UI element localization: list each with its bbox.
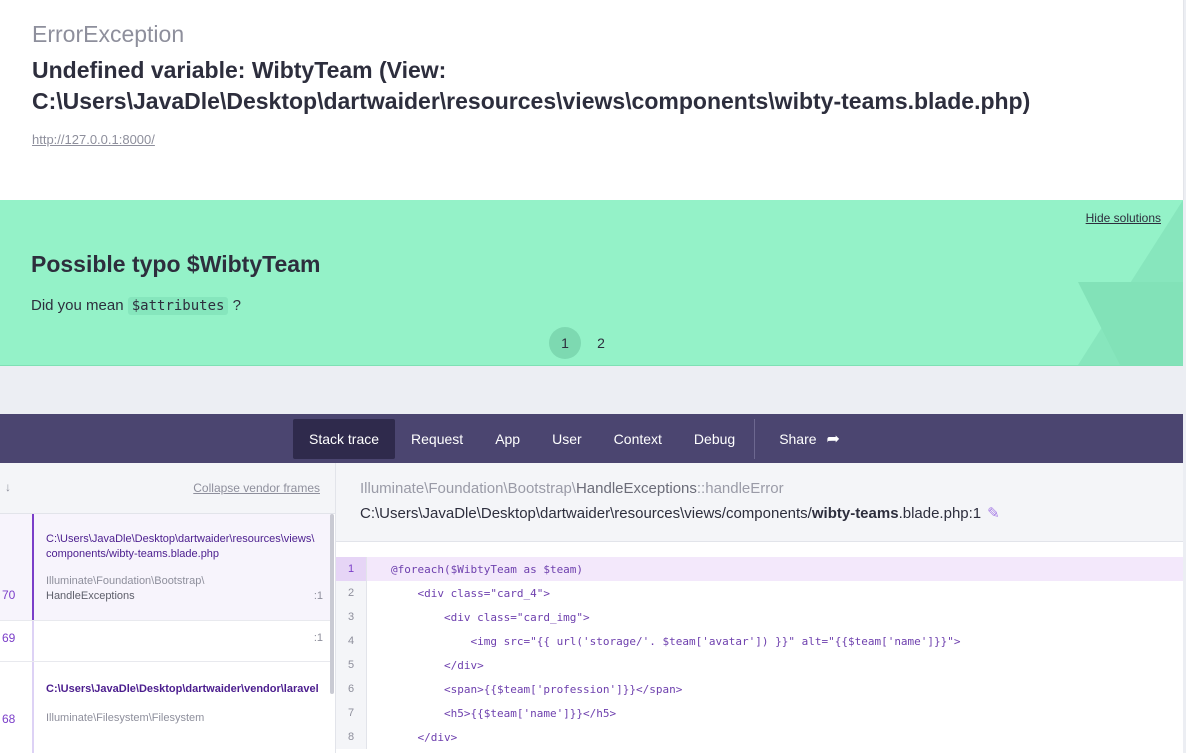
arrow-down-icon[interactable]: ↓ <box>5 480 11 494</box>
code-line: 4 <img src="{{ url('storage/'. $team['av… <box>336 629 1183 653</box>
tab-request[interactable]: Request <box>395 419 479 459</box>
nav-divider <box>754 419 756 459</box>
code-gutter-spacer <box>336 542 1183 557</box>
solution-description: Did you mean $attributes ? <box>31 297 241 315</box>
share-icon: ➦ <box>826 431 840 448</box>
code-line-number[interactable]: 3 <box>336 605 367 629</box>
frame-file-path-line2: components/wibty-teams.blade.php <box>46 548 220 560</box>
code-line: 3 <div class="card_img"> <box>336 605 1183 629</box>
tab-stack-trace[interactable]: Stack trace <box>293 419 396 459</box>
code-line-number[interactable]: 6 <box>336 677 367 701</box>
code-line-text: @foreach($WibtyTeam as $team) <box>391 562 584 576</box>
code-header: Illuminate\Foundation\Bootstrap\HandleEx… <box>336 463 1183 542</box>
file-name: wibty-teams <box>811 505 899 522</box>
code-line-text: </div> <box>391 658 484 672</box>
frames-header: ↓ Collapse vendor frames <box>0 463 335 514</box>
code-line-text: <span>{{$team['profession']}}</span> <box>391 682 683 696</box>
stack-frame[interactable]: 68 C:\Users\JavaDle\Desktop\dartwaider\v… <box>0 662 333 753</box>
share-button[interactable]: Share ➦ <box>763 419 856 459</box>
frame-file-path: C:\Users\JavaDle\Desktop\dartwaider\vend… <box>46 683 319 695</box>
stack-frames-panel: ↓ Collapse vendor frames 70 C:\Users\Jav… <box>0 463 336 753</box>
frame-file-path: C:\Users\JavaDle\Desktop\dartwaider\reso… <box>46 533 315 545</box>
solution-suggested-variable: $attributes <box>127 297 229 315</box>
frame-number: 70 <box>2 588 16 602</box>
stack-frame[interactable]: 69 :1 <box>0 621 333 662</box>
code-line-number[interactable]: 4 <box>336 629 367 653</box>
code-line: 2 <div class="card_4"> <box>336 581 1183 605</box>
share-label: Share <box>779 431 817 447</box>
frames-scrollbar[interactable] <box>330 514 334 694</box>
code-line-text: </div> <box>391 730 458 744</box>
code-line-number[interactable]: 5 <box>336 653 367 677</box>
solutions-panel: Hide solutions Possible typo $WibtyTeam … <box>0 200 1183 366</box>
code-line-number[interactable]: 2 <box>336 581 367 605</box>
frame-line-number: :1 <box>313 590 323 602</box>
code-line-number[interactable]: 8 <box>336 725 367 749</box>
solution-desc-prefix: Did you mean <box>31 297 124 314</box>
frame-indicator <box>32 621 34 661</box>
error-header: ErrorException Undefined variable: Wibty… <box>0 0 1184 200</box>
frame-class: Illuminate\Filesystem\Filesystem <box>46 712 205 724</box>
collapse-vendor-frames-link[interactable]: Collapse vendor frames <box>193 481 320 495</box>
hide-solutions-link[interactable]: Hide solutions <box>1086 211 1161 225</box>
code-line-text: <div class="card_img"> <box>391 610 590 624</box>
code-line: 5 </div> <box>336 653 1183 677</box>
frame-class-line2: HandleExceptions <box>46 590 135 602</box>
code-line: 1 @foreach($WibtyTeam as $team) <box>336 557 1183 581</box>
code-line-text: <h5>{{$team['name']}}</h5> <box>391 706 617 720</box>
frame-line-number: :1 <box>313 632 323 644</box>
frame-method: Illuminate\Foundation\Bootstrap\HandleEx… <box>360 480 784 497</box>
method-name: ::handleError <box>696 480 784 497</box>
tab-context[interactable]: Context <box>598 419 678 459</box>
tab-debug[interactable]: Debug <box>678 419 751 459</box>
tab-app[interactable]: App <box>479 419 536 459</box>
code-line-text: <img src="{{ url('storage/'. $team['avat… <box>391 634 961 648</box>
code-line-number[interactable]: 1 <box>336 557 367 581</box>
tab-navigation: Stack trace Request App User Context Deb… <box>0 414 1183 463</box>
frame-number: 69 <box>2 631 16 645</box>
code-line: 6 <span>{{$team['profession']}}</span> <box>336 677 1183 701</box>
code-panel: Illuminate\Foundation\Bootstrap\HandleEx… <box>336 463 1183 753</box>
frame-number: 68 <box>2 712 16 726</box>
pencil-icon[interactable]: ✎ <box>987 505 1000 522</box>
method-class: HandleExceptions <box>575 480 697 497</box>
solution-pager: 1 2 <box>549 327 617 359</box>
solution-page-1[interactable]: 1 <box>549 327 581 359</box>
solution-desc-suffix: ? <box>232 297 241 314</box>
code-line: 8 </div> <box>336 725 1183 749</box>
exception-class: ErrorException <box>32 21 185 47</box>
frame-indicator <box>32 662 34 753</box>
request-url-link[interactable]: http://127.0.0.1:8000/ <box>32 132 155 147</box>
file-dir: C:\Users\JavaDle\Desktop\dartwaider\reso… <box>360 505 812 522</box>
file-line: .blade.php:1 <box>898 505 982 522</box>
exception-message: Undefined variable: WibtyTeam (View: C:\… <box>32 57 1031 114</box>
tab-user[interactable]: User <box>536 419 598 459</box>
code-line-text: <div class="card_4"> <box>391 586 550 600</box>
frame-selected-indicator <box>32 514 34 620</box>
stack-frame[interactable]: 70 C:\Users\JavaDle\Desktop\dartwaider\r… <box>0 514 333 621</box>
code-line: 7 <h5>{{$team['name']}}</h5> <box>336 701 1183 725</box>
frame-class: Illuminate\Foundation\Bootstrap\ <box>46 575 205 587</box>
method-namespace: Illuminate\Foundation\Bootstrap\ <box>360 480 576 497</box>
code-lines: 1 @foreach($WibtyTeam as $team) 2 <div cla… <box>336 557 1183 749</box>
solution-page-2[interactable]: 2 <box>585 327 617 359</box>
solution-title: Possible typo $WibtyTeam <box>31 251 321 277</box>
code-file-path: C:\Users\JavaDle\Desktop\dartwaider\reso… <box>360 504 1000 522</box>
code-line-number[interactable]: 7 <box>336 701 367 725</box>
